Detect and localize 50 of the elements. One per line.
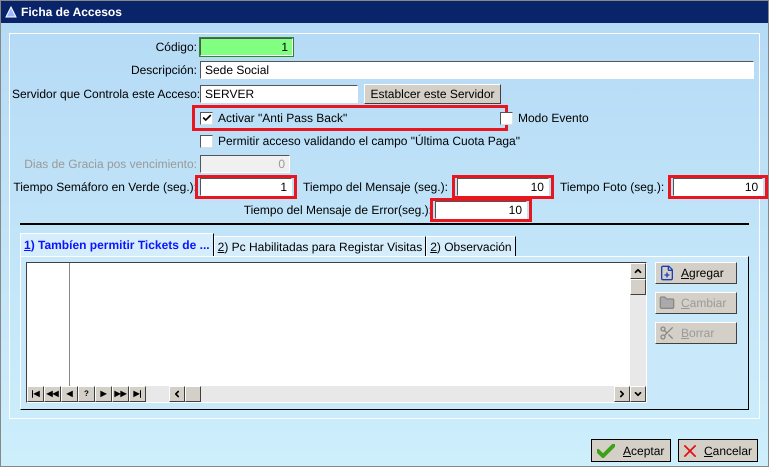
field-label: Servidor que Controla este Acceso: — [12, 86, 197, 103]
scroll-left-button[interactable] — [169, 386, 185, 402]
scissors-icon — [659, 325, 675, 341]
checkbox-label: Permitir acceso validando el campo "Última Cuota Paga" — [218, 133, 520, 150]
text-field[interactable]: 1 — [200, 38, 293, 56]
triangle-icon — [5, 6, 17, 18]
window-title: Ficha de Accesos — [21, 4, 122, 21]
text-field[interactable]: Sede Social — [200, 61, 754, 79]
scroll-up-button[interactable] — [630, 263, 646, 279]
text-field[interactable]: 10 — [673, 178, 764, 196]
navigator-button[interactable]: ▶▶ — [112, 386, 129, 402]
field-label: Código: — [154, 39, 197, 56]
navigator-button[interactable]: |◀ — [27, 386, 44, 402]
navigator-button[interactable]: ▶| — [129, 386, 146, 402]
text-field[interactable]: 10 — [456, 178, 549, 196]
navigator-button[interactable]: ◀◀ — [44, 386, 61, 402]
folder-icon — [659, 295, 675, 311]
checkbox[interactable] — [500, 112, 513, 124]
field-label: Tiempo Foto (seg.): — [560, 179, 664, 196]
tab[interactable]: 2) Pc Habilitadas para Registar Visitas — [214, 236, 426, 256]
scroll-thumb[interactable] — [630, 279, 646, 295]
new-file-icon — [659, 265, 675, 281]
field-label: Tiempo Semáforo en Verde (seg.): — [12, 179, 197, 196]
field-label: Dias de Gracia pos vencimiento: — [23, 156, 197, 173]
text-field[interactable]: 1 — [200, 178, 292, 196]
scroll-down-button[interactable] — [630, 386, 646, 402]
text-field[interactable]: SERVER — [200, 85, 358, 103]
set-server-button[interactable]: Establcer este Servidor — [364, 84, 501, 104]
field-label: Descripción: — [130, 62, 197, 79]
scroll-right-button[interactable] — [614, 386, 630, 402]
text-field[interactable]: 10 — [435, 201, 527, 219]
checkbox-label: Modo Evento — [518, 110, 589, 127]
data-grid[interactable]: |◀ ◀◀ ◀ ? ▶ ▶▶ ▶| — [26, 262, 647, 403]
tab[interactable]: 1) Tambíen permitir Tickets de ... — [20, 233, 214, 256]
side-button[interactable]: Agregar — [655, 262, 737, 284]
checkbox[interactable] — [200, 134, 213, 148]
cross-icon — [684, 442, 696, 458]
navigator-button[interactable]: ? — [78, 386, 95, 402]
dialog-button[interactable]: Cancelar — [678, 439, 758, 462]
tab[interactable]: 2) Observación — [426, 236, 516, 256]
dialog-button[interactable]: Aceptar — [591, 439, 671, 462]
scroll-thumb[interactable] — [185, 386, 201, 402]
checkbox[interactable] — [200, 112, 213, 124]
check-icon — [597, 444, 615, 458]
navigator-button[interactable]: ▶ — [95, 386, 112, 402]
vertical-scrollbar[interactable] — [630, 263, 646, 386]
field-label: Tiempo del Mensaje de Error(seg.): — [242, 202, 432, 219]
checkbox-label: Activar "Anti Pass Back" — [218, 110, 348, 127]
field-label: Tiempo del Mensaje (seg.): — [303, 179, 448, 196]
navigator-button[interactable]: ◀ — [61, 386, 78, 402]
